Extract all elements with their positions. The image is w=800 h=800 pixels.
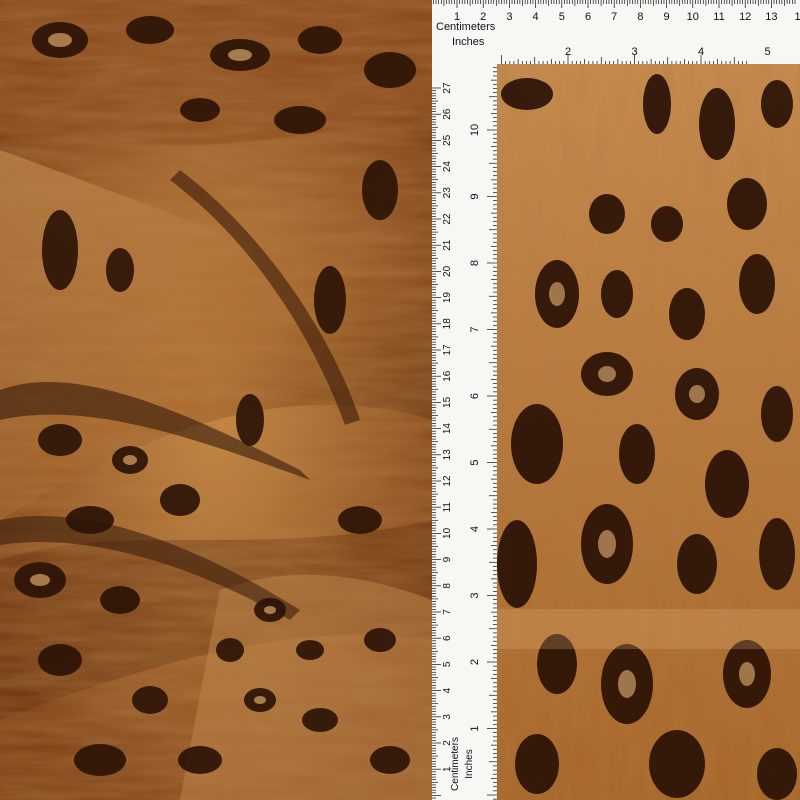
side-cm-number: 27 — [442, 82, 453, 94]
top-centimeters-label: Centimeters — [436, 21, 496, 33]
top-cm-number: 13 — [765, 11, 777, 23]
side-ruler: 27 26 25 24 23 22 21 20 19 18 17 16 15 14 13 12 11 10 9 8 7 6… — [432, 64, 497, 800]
side-cm-number: 26 — [442, 108, 453, 120]
side-in-number: 2 — [469, 659, 481, 665]
side-cm-number: 23 — [442, 187, 453, 199]
side-cm-number: 10 — [442, 527, 453, 539]
side-cm-number: 9 — [442, 556, 453, 562]
side-cm-number: 11 — [442, 502, 453, 513]
side-cm-number: 12 — [442, 475, 453, 487]
top-ruler: 1 2 3 4 5 6 7 8 9 10 11 12 13 1 2 3 4 5 Centimeters Inche… — [432, 0, 800, 64]
side-cm-number: 21 — [442, 239, 453, 251]
top-cm-number: 9 — [664, 11, 670, 23]
top-cm-number: 7 — [611, 11, 617, 23]
side-in-number: 8 — [469, 260, 481, 266]
top-cm-number: 12 — [739, 11, 751, 23]
side-in-number: 9 — [469, 193, 481, 199]
top-in-number: 2 — [565, 46, 571, 58]
side-cm-number: 5 — [442, 661, 453, 667]
side-cm-number: 17 — [442, 344, 453, 356]
side-in-number: 7 — [469, 326, 481, 332]
top-inches-label: Inches — [452, 36, 485, 48]
product-photo: 1 2 3 4 5 6 7 8 9 10 11 12 13 1 2 3 4 5 Centimeters Inche… — [0, 0, 800, 800]
side-cm-number: 25 — [442, 134, 453, 146]
top-cm-number: 5 — [559, 11, 565, 23]
top-in-number: 3 — [631, 46, 637, 58]
side-cm-number: 22 — [442, 213, 453, 225]
side-in-number: 6 — [469, 393, 481, 399]
top-cm-number: 8 — [637, 11, 643, 23]
side-in-number: 10 — [469, 124, 481, 136]
flat-fabric-image — [497, 64, 800, 800]
side-cm-number: 6 — [442, 635, 453, 641]
side-ruler-ticks: 2726252423222120191817161514131211109876… — [432, 67, 497, 800]
draped-fabric-photo — [0, 0, 432, 800]
side-cm-number: 16 — [442, 370, 453, 382]
side-centimeters-label: Centimeters — [450, 737, 461, 791]
side-cm-number: 13 — [442, 449, 453, 461]
side-cm-number: 15 — [442, 396, 453, 408]
flat-fabric-photo — [497, 64, 800, 800]
side-cm-number: 7 — [442, 609, 453, 615]
top-in-number: 5 — [764, 46, 770, 58]
side-cm-number: 3 — [442, 714, 453, 720]
top-in-number: 4 — [698, 46, 704, 58]
side-in-number: 5 — [469, 459, 481, 465]
side-in-number: 4 — [469, 526, 481, 532]
side-inches-label: Inches — [464, 749, 475, 778]
top-cm-number: 10 — [687, 11, 699, 23]
side-in-number: 1 — [469, 725, 481, 731]
top-cm-number: 3 — [506, 11, 512, 23]
side-in-number: 3 — [469, 592, 481, 598]
top-cm-number: 4 — [533, 11, 539, 23]
side-cm-number: 4 — [442, 687, 453, 693]
top-cm-number: 1 — [795, 11, 800, 23]
top-cm-number: 6 — [585, 11, 591, 23]
side-cm-number: 8 — [442, 583, 453, 589]
side-cm-number: 24 — [442, 161, 453, 173]
side-cm-number: 19 — [442, 292, 453, 304]
side-cm-number: 14 — [442, 423, 453, 435]
top-cm-number: 11 — [713, 11, 724, 23]
side-cm-number: 18 — [442, 318, 453, 330]
draped-fabric-image — [0, 0, 432, 800]
side-cm-number: 20 — [442, 265, 453, 277]
